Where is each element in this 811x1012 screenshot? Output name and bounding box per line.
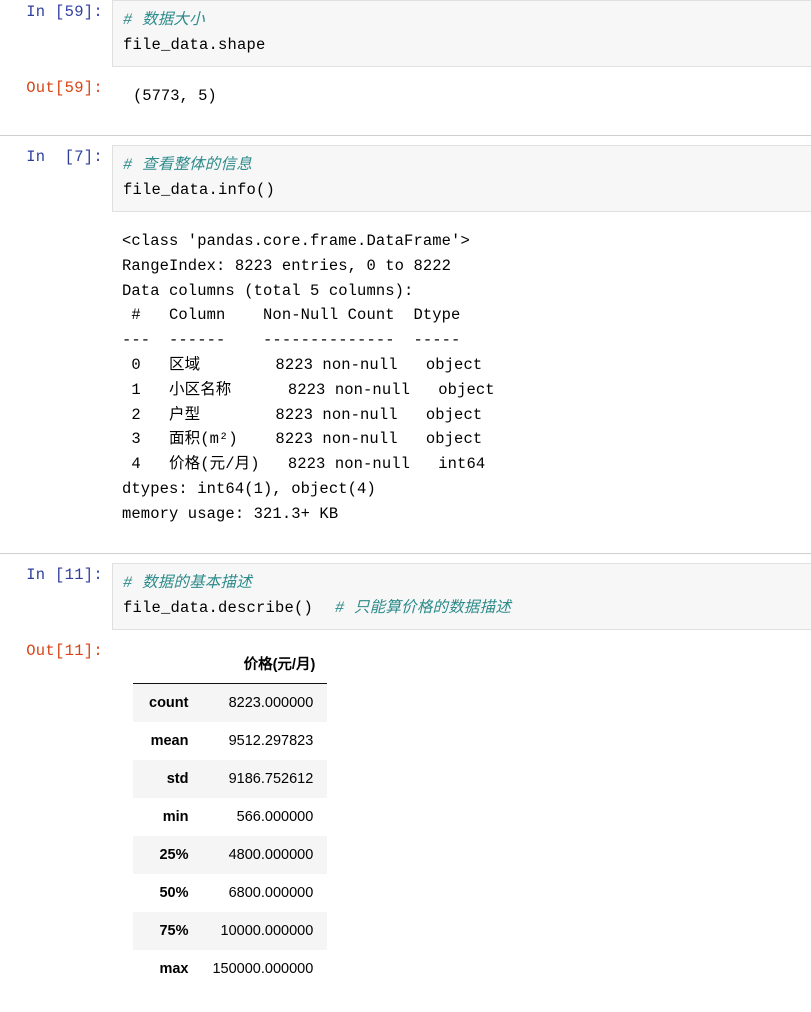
table-row: 25% 4800.000000 [133, 835, 328, 874]
code-editor[interactable]: # 数据的基本描述 file_data.describe() # 只能算价格的数据… [112, 562, 811, 630]
code-trailing-comment: # 只能算价格的数据描述 [335, 598, 512, 617]
cell-input-row[interactable]: In [59]: # 数据大小 file_data.shape [0, 0, 811, 67]
code-source-line: file_data.info() [123, 181, 276, 199]
table-body: count 8223.000000 mean 9512.297823 std 9… [133, 683, 328, 988]
code-comment-line: # 数据的基本描述 [123, 573, 252, 592]
code-source-line: file_data.shape [123, 36, 266, 54]
jupyter-notebook: In [59]: # 数据大小 file_data.shape Out[59]:… [0, 0, 811, 1010]
table-header-row: 价格(元/月) [133, 646, 328, 684]
row-value: 6800.000000 [228, 884, 314, 901]
cell-input-row[interactable]: In [11]: # 数据的基本描述 file_data.describe() #… [0, 562, 811, 630]
cell-output-row: Out[11]: 价格(元/月) count 8223.000000 mean … [0, 639, 811, 988]
cell-top-gap [0, 554, 811, 563]
row-value: 9186.752612 [228, 770, 314, 787]
table-row: mean 9512.297823 [133, 721, 328, 760]
table-head: 价格(元/月) [133, 646, 328, 684]
row-value: 9512.297823 [228, 732, 314, 749]
code-comment-line: # 查看整体的信息 [123, 156, 252, 174]
table-row: max 150000.000000 [133, 949, 328, 988]
code-editor[interactable]: # 查看整体的信息 file_data.info() [112, 145, 811, 212]
cell-bottom-gap [0, 537, 811, 553]
row-index-label: count [149, 694, 189, 711]
cell-output-row: <class 'pandas.core.frame.DataFrame'> Ra… [0, 221, 811, 537]
cell-bottom-gap [0, 119, 811, 135]
row-index-label: 25% [159, 846, 189, 863]
result-value: (5773, 5) [133, 87, 217, 105]
out-prompt-label: Out[59]: [26, 79, 103, 97]
row-value: 10000.000000 [220, 922, 314, 939]
in-prompt-label: In [59]: [26, 3, 103, 21]
output-prompt-placeholder [0, 221, 112, 246]
table-column-header: 价格(元/月) [200, 646, 328, 684]
code-expression: file_data.describe() [123, 598, 314, 617]
row-index-label: min [162, 808, 189, 825]
cell-gap [0, 630, 811, 639]
output-dataframe: 价格(元/月) count 8223.000000 mean 9512.2978… [112, 639, 811, 988]
describe-table: 价格(元/月) count 8223.000000 mean 9512.2978… [133, 646, 328, 988]
cell-gap [0, 212, 811, 221]
row-value: 4800.000000 [228, 846, 314, 863]
in-prompt-label: In [7]: [26, 148, 103, 166]
code-editor[interactable]: # 数据大小 file_data.shape [112, 0, 811, 67]
code-comment-line: # 数据大小 [123, 11, 205, 29]
cell-input-row[interactable]: In [7]: # 查看整体的信息 file_data.info() [0, 145, 811, 212]
notebook-cell-shape[interactable]: In [59]: # 数据大小 file_data.shape Out[59]:… [0, 0, 811, 135]
row-index-label: 75% [159, 922, 189, 939]
row-index-label: 50% [159, 884, 189, 901]
table-row: std 9186.752612 [133, 759, 328, 798]
out-prompt-label: Out[11]: [26, 641, 103, 660]
output-stream: <class 'pandas.core.frame.DataFrame'> Ra… [112, 221, 811, 537]
code-source-line: file_data.describe() # 只能算价格的数据描述 [123, 596, 811, 621]
cell-gap [0, 67, 811, 76]
table-corner-cell [133, 646, 201, 684]
table-row: 75% 10000.000000 [133, 911, 328, 950]
table-row: count 8223.000000 [133, 683, 328, 722]
stdout-text: <class 'pandas.core.frame.DataFrame'> Ra… [122, 232, 495, 523]
output-result: (5773, 5) [112, 76, 811, 119]
row-value: 8223.000000 [228, 694, 314, 711]
table-row: min 566.000000 [133, 797, 328, 836]
cell-output-row: Out[59]: (5773, 5) [0, 76, 811, 119]
row-index-label: max [159, 960, 189, 977]
table-row: 50% 6800.000000 [133, 873, 328, 912]
row-index-label: mean [150, 732, 189, 749]
row-value: 150000.000000 [212, 960, 314, 977]
notebook-cell-describe[interactable]: In [11]: # 数据的基本描述 file_data.describe() #… [0, 552, 811, 1010]
in-prompt-label: In [11]: [26, 565, 103, 584]
cell-top-gap [0, 136, 811, 145]
cell-bottom-gap [0, 988, 811, 1010]
notebook-cell-info[interactable]: In [7]: # 查看整体的信息 file_data.info() <clas… [0, 135, 811, 553]
row-value: 566.000000 [236, 808, 314, 825]
row-index-label: std [166, 770, 189, 787]
